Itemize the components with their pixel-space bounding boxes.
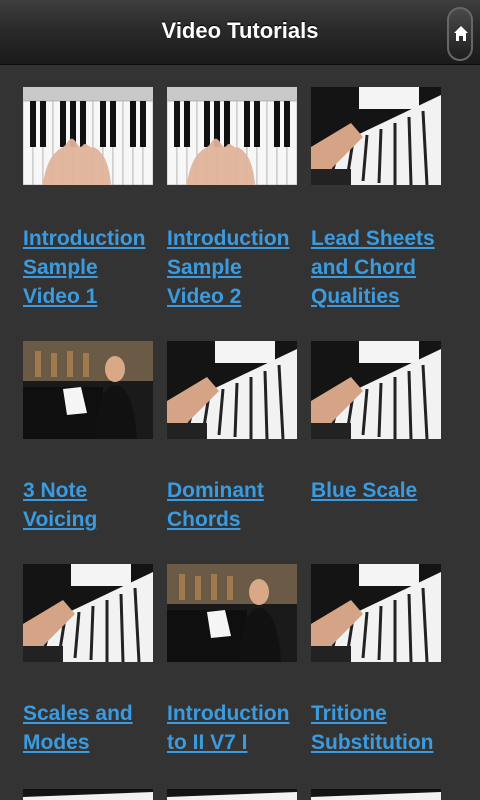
video-title-link[interactable]: Tritione Substitution (311, 699, 455, 757)
video-title-link[interactable]: Scales and Modes (23, 699, 167, 757)
video-title-link[interactable]: 3 Note Voicing (23, 476, 167, 534)
video-title-link[interactable]: Lead Sheets and Chord Qualities (311, 224, 455, 311)
video-thumbnail[interactable] (311, 87, 441, 185)
video-thumbnail[interactable] (311, 564, 441, 662)
video-thumbnail[interactable] (23, 87, 153, 185)
video-thumbnail[interactable] (23, 564, 153, 662)
video-title-link[interactable]: Introduction to II V7 I (167, 699, 311, 757)
video-thumbnail[interactable] (23, 341, 153, 439)
video-thumbnail[interactable] (167, 341, 297, 439)
video-thumbnail[interactable] (167, 87, 297, 185)
header-bar: Video Tutorials (0, 0, 480, 65)
video-thumbnail[interactable] (311, 341, 441, 439)
home-button[interactable] (447, 7, 473, 61)
video-title-link[interactable]: Introduction Sample Video 2 (167, 224, 311, 311)
video-title-link[interactable]: Dominant Chords (167, 476, 311, 534)
video-thumbnail[interactable] (311, 789, 441, 800)
home-icon (454, 26, 468, 41)
video-thumbnail[interactable] (23, 789, 153, 800)
video-title-link[interactable]: Introduction Sample Video 1 (23, 224, 167, 311)
page-title: Video Tutorials (161, 18, 319, 43)
video-thumbnail[interactable] (167, 564, 297, 662)
video-thumbnail[interactable] (167, 789, 297, 800)
video-title-link[interactable]: Blue Scale (311, 476, 455, 505)
